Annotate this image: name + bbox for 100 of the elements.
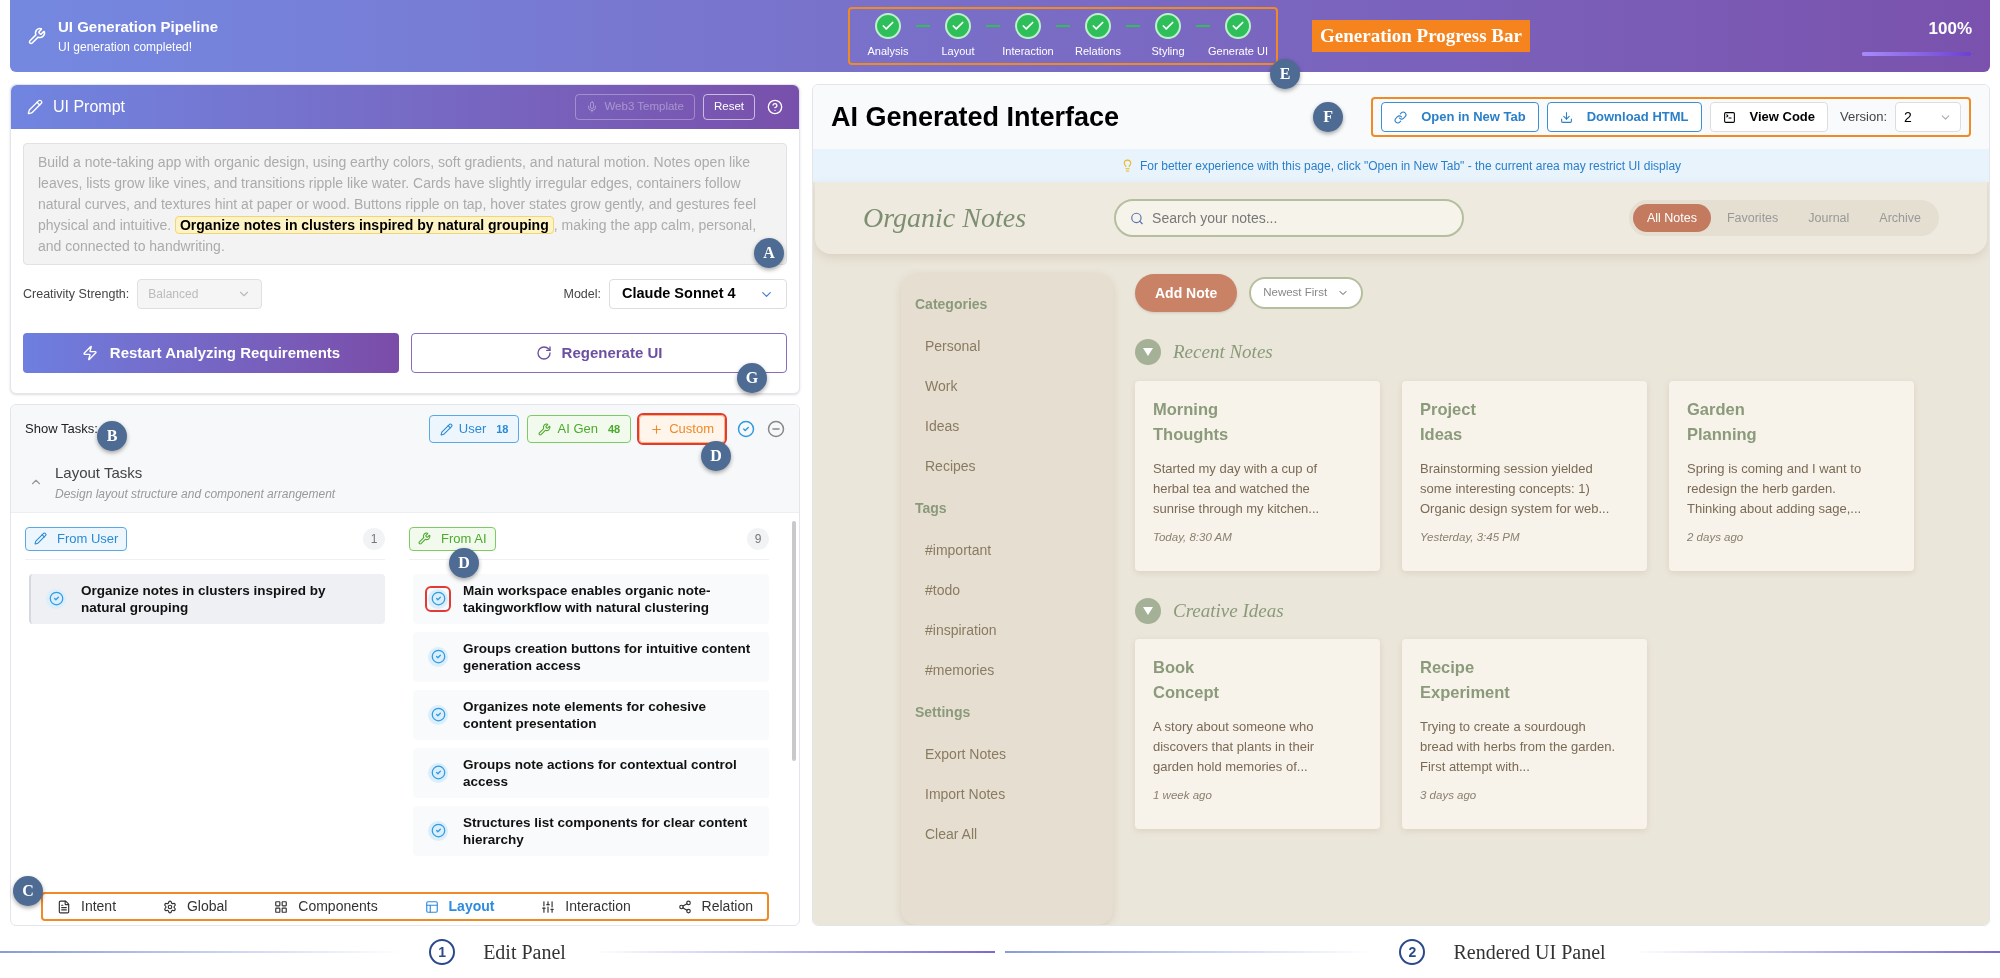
search-field[interactable]: Search your notes... [1114,199,1465,237]
search-input[interactable]: Search your notes... [1152,207,1449,229]
nav-tab[interactable]: Favorites [1712,204,1793,232]
model-select[interactable]: Claude Sonnet 4 [609,279,787,309]
task-text: Groups note actions for contextual control access [463,755,738,790]
panel-caption: Edit Panel [483,940,566,965]
note-time: 1 week ago [1153,788,1213,803]
notice-text: For better experience with this page, click "Open in New Tab" - the current area may restrict UI display [1139,157,1682,175]
pencil-icon [27,99,43,115]
check-icon[interactable] [425,585,451,612]
reset-button[interactable]: Reset [702,94,755,120]
sidebar-item[interactable]: Export Notes [915,734,1099,774]
step-label: Styling [1151,43,1185,59]
collapse-icon[interactable] [767,420,785,438]
version-select[interactable]: 2 [1895,102,1961,132]
caption-label: Generation Progress Bar [1312,19,1530,53]
creativity-label: Creativity Strength: [23,285,130,303]
help-icon[interactable] [767,99,783,115]
panel-number: 2 [1399,939,1426,965]
wrench-icon [28,27,46,45]
task-item[interactable]: Main workspace enables organic note-takingworkflow with natural clustering [413,573,769,624]
filter-chip[interactable]: Custom [639,415,725,443]
app-brand: Organic Notes [863,201,1027,235]
microphone-icon [586,101,599,113]
task-item[interactable]: Groups note actions for contextual control access [413,747,769,798]
check-all-icon[interactable] [737,420,755,438]
sidebar-item[interactable]: Import Notes [915,774,1099,814]
model-label: Model: [563,285,601,303]
note-card[interactable]: Book Concept A story about someone who discovers that plants in their garden hold memories of... 1 week ago [1135,639,1380,829]
annotation-marker: F [1313,102,1344,132]
sidebar-item[interactable]: Work [915,366,1099,406]
step-label: Relations [1075,43,1121,59]
task-item[interactable]: Organizes note elements for cohesive content presentation [413,689,769,740]
sort-select[interactable]: Newest First [1249,277,1364,309]
sidebar-item[interactable]: Ideas [915,406,1099,446]
wrench-icon [538,422,552,436]
task-item[interactable]: Structures list components for clear content hierarchy [413,805,769,856]
column-label: From AI [409,526,496,551]
grid-icon [274,899,289,914]
sidebar-item[interactable]: #memories [915,650,1099,690]
pencil-icon [34,532,47,545]
pipeline-status: UI generation completed! [58,39,194,57]
lightning-icon [81,345,98,361]
nav-tab[interactable]: Archive [1865,204,1935,232]
filter-chip[interactable]: User 18 [428,415,520,443]
note-card[interactable]: Garden Planning Spring is coming and I want to redesign the herb garden. Thinking about adding sage,... 2 days ago [1669,380,1914,571]
panel-caption: Rendered UI Panel [1453,940,1606,965]
prompt-field[interactable] [23,143,787,265]
note-time: 3 days ago [1420,788,1478,803]
note-card[interactable]: Recipe Experiment Trying to create a sourdough bread with herbs from the garden. First attempt with... 3 days ago [1402,639,1647,829]
task-text: Main workspace enables organic note-takingworkflow with natural clustering [463,581,712,616]
sidebar-item[interactable]: #todo [915,570,1099,610]
section-subtitle: Design layout structure and component arrangement [55,485,336,503]
step-label: Analysis [867,43,909,59]
note-title: Recipe Experiment [1420,657,1511,703]
note-title: Morning Thoughts [1153,398,1230,445]
sidebar-item[interactable]: #important [915,530,1099,570]
nav-tab[interactable]: All Notes [1632,204,1711,232]
link-icon [1394,110,1408,124]
category-tab[interactable]: Global [162,896,228,917]
category-tab[interactable]: Layout [424,896,495,917]
category-tab[interactable]: Components [274,896,378,917]
action-button[interactable]: Open in New Tab [1381,102,1539,132]
refresh-icon [535,345,552,361]
note-time: Today, 8:30 AM [1153,529,1233,545]
task-text: Organizes note elements for cohesive content presentation [463,697,708,732]
step-label: Interaction [1002,43,1054,59]
filter-chip[interactable]: AI Gen 48 [527,415,632,443]
annotation-marker: B [97,421,127,452]
note-card[interactable]: Morning Thoughts Started my day with a cup of herbal tea and watched the sunrise through my kitchen... Today, 8:30 AM [1135,380,1380,571]
note-body: Spring is coming and I want to redesign the herb garden. Thinking about adding sage,... [1687,459,1863,518]
section-title: Layout Tasks [55,463,144,483]
action-button[interactable]: Download HTML [1546,102,1702,132]
prompt-title: UI Prompt [53,97,125,117]
action-button[interactable]: View Code [1709,102,1828,132]
note-card[interactable]: Project Ideas Brainstorming session yielded some interesting concepts: 1) Organic design system for web... Yesterday, 3:45 PM [1402,380,1647,571]
add-note-button[interactable]: Add Note [1135,274,1238,312]
task-item[interactable]: Organize notes in clusters inspired by natural grouping [29,573,385,624]
sidebar-item[interactable]: Personal [915,326,1099,366]
settings-icon [162,899,177,914]
collapse-toggle-icon[interactable] [1135,597,1161,624]
nav-tab[interactable]: Journal [1794,204,1864,232]
scrollbar[interactable] [792,520,796,761]
sidebar-item[interactable]: Recipes [915,446,1099,486]
annotation-marker: C [13,876,43,906]
step-label: Layout [941,43,975,59]
collapse-toggle-icon[interactable] [1135,339,1161,366]
restart-button[interactable]: Restart Analyzing Requirements [23,333,399,373]
category-tab[interactable]: Relation [677,896,753,917]
note-body: Trying to create a sourdough bread with herbs from the garden. First attempt with... [1420,718,1617,776]
category-tab[interactable]: Interaction [541,896,631,917]
sidebar-item[interactable]: Clear All [915,814,1099,854]
sidebar-heading: Tags [915,498,948,518]
group-title: Recent Notes [1173,340,1273,364]
task-item[interactable]: Groups creation buttons for intuitive content generation access [413,631,769,682]
preview-title: AI Generated Interface [831,100,1120,134]
share-icon [677,899,692,914]
sidebar-item[interactable]: #inspiration [915,610,1099,650]
category-tab[interactable]: Intent [57,896,117,917]
regenerate-button[interactable]: Regenerate UI [411,333,787,373]
